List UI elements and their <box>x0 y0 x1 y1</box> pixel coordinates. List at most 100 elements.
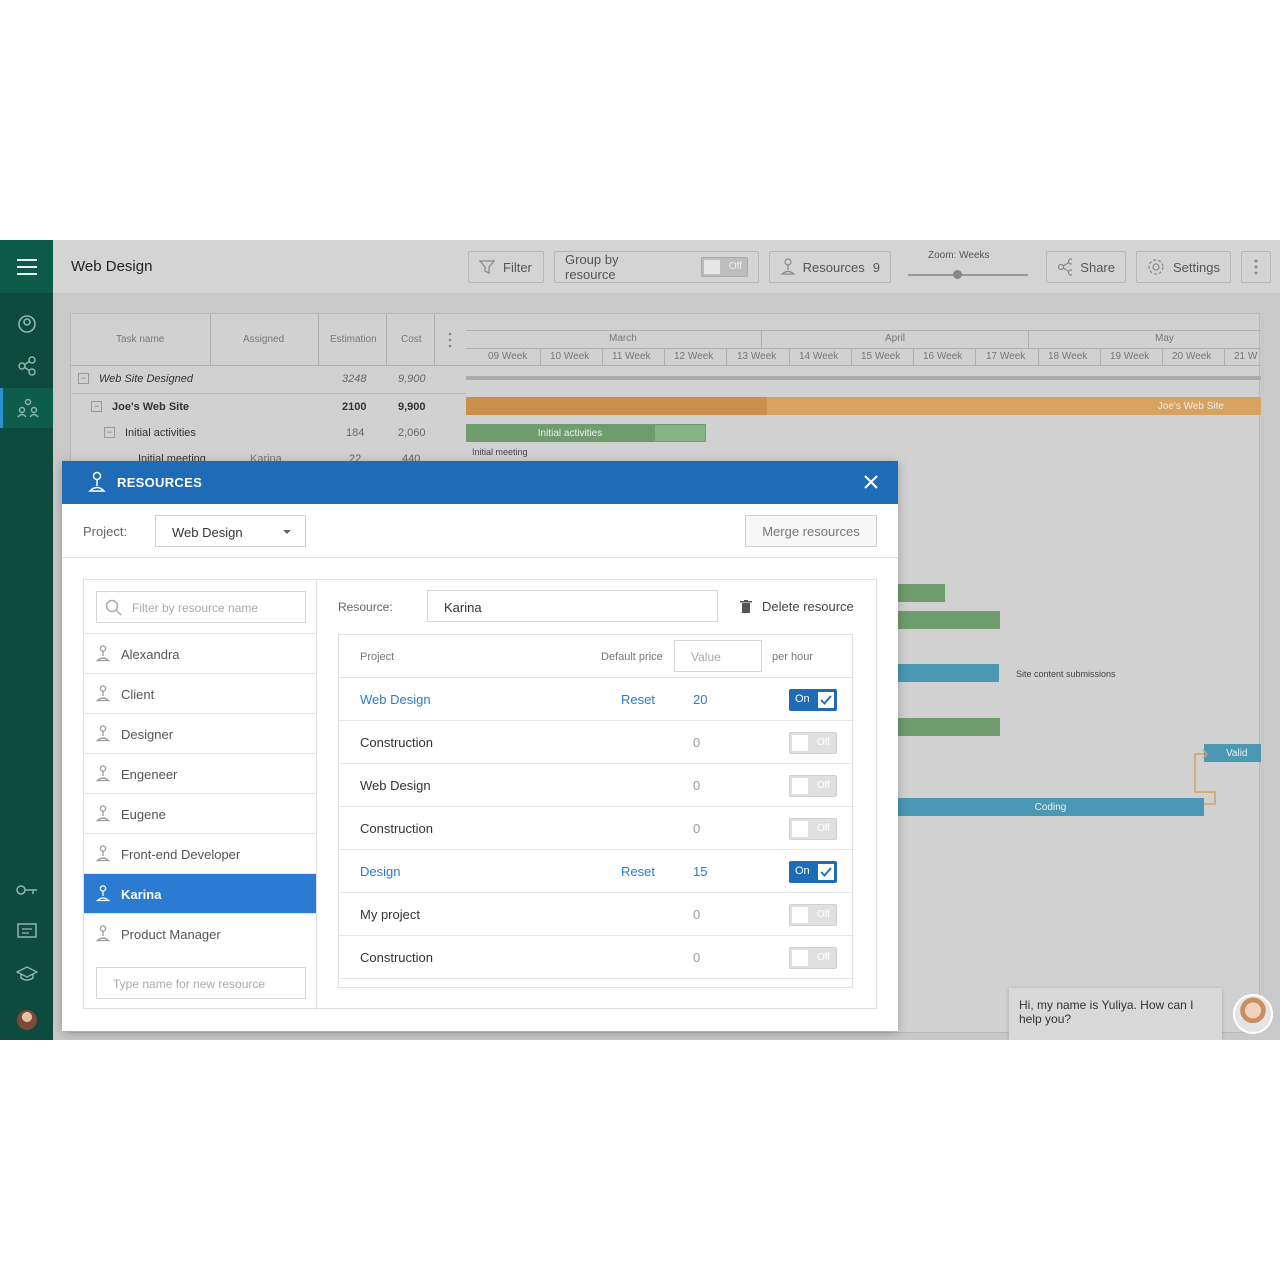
reset-link[interactable]: Reset <box>621 692 655 707</box>
more-menu-button[interactable] <box>1241 251 1271 283</box>
week-label: 13 Week <box>737 351 777 362</box>
gantt-bar[interactable] <box>897 718 1000 736</box>
project-toggle[interactable]: On <box>789 861 837 883</box>
col-cost[interactable]: Cost <box>401 334 422 345</box>
column-menu-icon[interactable] <box>448 332 452 348</box>
resource-person-icon <box>96 845 110 862</box>
project-toggle[interactable]: Off <box>789 947 837 969</box>
table-row: Construction 0 Off <box>339 807 854 850</box>
col-estimation[interactable]: Estimation <box>330 334 377 345</box>
week-label: 14 Week <box>799 351 839 362</box>
row-project-name: Web Design <box>360 692 431 707</box>
chat-bubble[interactable]: Hi, my name is Yuliya. How can I help yo… <box>1009 988 1222 1040</box>
resource-name: Karina <box>121 887 162 902</box>
resource-item[interactable]: Product Manager <box>84 913 316 953</box>
resource-item[interactable]: Client <box>84 673 316 713</box>
collapse-icon[interactable]: − <box>104 427 115 438</box>
gantt-bar[interactable] <box>897 611 1000 629</box>
row-price[interactable]: 0 <box>693 778 700 793</box>
project-label: Project: <box>83 524 128 539</box>
project-toggle[interactable]: Off <box>789 904 837 926</box>
new-resource-input[interactable]: Type name for new resource <box>96 967 306 999</box>
filter-resource-input[interactable]: Filter by resource name <box>96 591 306 623</box>
filter-button[interactable]: Filter <box>468 251 544 283</box>
chevron-down-icon <box>283 530 291 534</box>
collapse-icon[interactable]: − <box>91 401 102 412</box>
resource-item[interactable]: Designer <box>84 713 316 753</box>
filter-icon <box>479 260 495 274</box>
resource-person-icon <box>96 885 110 902</box>
collapse-icon[interactable]: − <box>78 373 89 384</box>
gantt-bar[interactable] <box>897 584 945 602</box>
support-agent-avatar[interactable] <box>1233 994 1273 1034</box>
chat-message: Hi, my name is Yuliya. How can I help yo… <box>1019 998 1194 1026</box>
row-price[interactable]: 20 <box>693 692 707 707</box>
group-by-resource-control[interactable]: Group by resource Off <box>554 251 759 283</box>
user-avatar[interactable] <box>0 1000 53 1040</box>
project-toggle[interactable]: Off <box>789 775 837 797</box>
resources-dialog: RESOURCES Project: Web Design Merge reso… <box>62 461 898 1031</box>
week-label: 19 Week <box>1110 351 1150 362</box>
week-label: 16 Week <box>923 351 963 362</box>
resource-item[interactable]: Karina <box>84 873 316 913</box>
gantt-bar-joes-web-site[interactable]: Joe's Web Site <box>466 397 1261 415</box>
resource-item[interactable]: Alexandra <box>84 633 316 673</box>
resource-person-icon <box>96 645 110 662</box>
graduation-cap-icon[interactable] <box>0 954 53 994</box>
project-toggle[interactable]: Off <box>789 818 837 840</box>
gantt-row[interactable]: − Initial activities 184 2,060 <box>71 421 466 447</box>
table-row: Web Design 0 Off <box>339 764 854 807</box>
row-price[interactable]: 0 <box>693 735 700 750</box>
col-assigned[interactable]: Assigned <box>243 334 284 345</box>
zoom-track[interactable] <box>908 274 1028 276</box>
default-price-input[interactable]: Value <box>674 640 762 672</box>
group-by-toggle[interactable]: Off <box>700 257 748 277</box>
resources-button[interactable]: Resources 9 <box>769 251 891 283</box>
row-price[interactable]: 0 <box>693 950 700 965</box>
per-hour-label: per hour <box>772 651 813 663</box>
zoom-control[interactable]: Zoom: Weeks <box>908 248 1028 284</box>
resource-name: Designer <box>121 727 174 742</box>
app-window: Web Design Filter Group by resource Off … <box>0 240 1280 1040</box>
resources-nav-icon[interactable] <box>0 388 53 428</box>
project-toggle[interactable]: On <box>789 689 837 711</box>
chat-icon[interactable] <box>0 912 53 952</box>
row-project-name: Construction <box>360 950 433 965</box>
week-label: 10 Week <box>550 351 590 362</box>
resource-item[interactable]: Front-end Developer <box>84 833 316 873</box>
gantt-row[interactable]: − Web Site Designed 3248 9,900 <box>71 367 466 394</box>
row-price[interactable]: 15 <box>693 864 707 879</box>
resource-person-icon <box>96 725 110 742</box>
gantt-bar-initial-activities[interactable]: Initial activities <box>466 424 706 442</box>
resource-name: Product Manager <box>121 927 221 942</box>
row-project-name: Construction <box>360 735 433 750</box>
resource-person-icon <box>96 765 110 782</box>
resource-name-input[interactable]: Karina <box>427 590 718 622</box>
share-nodes-icon[interactable] <box>0 346 53 386</box>
resource-item[interactable]: Eugene <box>84 793 316 833</box>
resource-item[interactable]: Engeneer <box>84 753 316 793</box>
share-button[interactable]: Share <box>1046 251 1126 283</box>
resources-label: Resources <box>802 259 865 275</box>
settings-button[interactable]: Settings <box>1136 251 1231 283</box>
zoom-slider-handle[interactable] <box>953 270 962 279</box>
menu-icon[interactable] <box>0 240 53 293</box>
merge-resources-button[interactable]: Merge resources <box>745 515 877 547</box>
close-icon[interactable] <box>862 473 880 491</box>
delete-resource-button[interactable]: Delete resource <box>740 599 854 614</box>
gantt-bar-coding[interactable]: Coding <box>897 798 1204 816</box>
row-price[interactable]: 0 <box>693 821 700 836</box>
dialog-body: Filter by resource name Alexandra Client D… <box>83 579 877 1010</box>
row-price[interactable]: 0 <box>693 907 700 922</box>
gantt-bar[interactable] <box>897 664 999 682</box>
grid-header: Task name Assigned Estimation Cost <box>71 314 466 366</box>
reset-link[interactable]: Reset <box>621 864 655 879</box>
summary-bar[interactable] <box>466 376 1261 380</box>
project-select[interactable]: Web Design <box>155 515 306 547</box>
key-icon[interactable] <box>0 870 53 910</box>
col-task-name[interactable]: Task name <box>116 334 164 345</box>
profile-icon[interactable] <box>0 304 53 344</box>
resource-name: Engeneer <box>121 767 178 782</box>
gantt-row[interactable]: − Joe's Web Site 2100 9,900 <box>71 395 466 421</box>
project-toggle[interactable]: Off <box>789 732 837 754</box>
